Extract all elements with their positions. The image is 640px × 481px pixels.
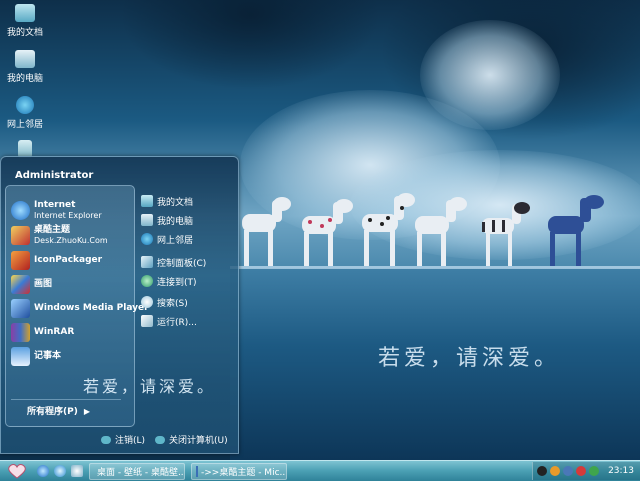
all-programs-button[interactable]: 所有程序(P) ▶ <box>27 404 90 417</box>
start-menu-item-zhuoku-theme[interactable]: 桌酷主题 Desk.ZhuoKu.Com <box>11 224 108 246</box>
network-globe-icon <box>141 233 153 245</box>
arrow-right-icon: ▶ <box>83 407 90 416</box>
logoff-button[interactable]: 注销(L) <box>101 433 145 446</box>
programs-separator <box>11 399 121 400</box>
start-menu-right-label: 运行(R)... <box>157 317 197 328</box>
start-button[interactable] <box>2 462 32 480</box>
taskbar-window-theme[interactable]: ->>桌酷主题 - Mic... <box>191 462 287 480</box>
start-menu-item-title: IconPackager <box>34 254 103 265</box>
logoff-icon <box>101 435 111 444</box>
desktop-quicklaunch-icon[interactable] <box>71 465 83 477</box>
desktop-icon-network[interactable]: 网上邻居 <box>4 96 46 130</box>
shutdown-button[interactable]: 关闭计算机(U) <box>155 433 228 446</box>
start-menu-control-panel[interactable]: 控制面板(C) <box>141 254 206 270</box>
ie-quicklaunch-icon[interactable] <box>37 465 49 477</box>
qq-tray-icon[interactable] <box>537 466 548 476</box>
start-menu-my-documents[interactable]: 我的文档 <box>141 193 193 209</box>
start-menu-caption: 若爱，请深爱。 <box>83 377 217 396</box>
start-menu-item-title: WinRAR <box>34 326 75 337</box>
connect-icon <box>141 275 153 287</box>
media-player-icon <box>11 298 30 318</box>
winrar-icon <box>11 322 30 342</box>
messenger-tray-icon[interactable] <box>589 466 600 476</box>
start-menu-item-subtitle: Desk.ZhuoKu.Com <box>34 235 108 245</box>
computer-icon <box>141 214 153 226</box>
start-menu-run[interactable]: 运行(R)... <box>141 313 197 329</box>
desktop-icon-label: 网上邻居 <box>6 120 43 130</box>
all-programs-label: 所有程序(P) <box>27 407 78 417</box>
ie-icon <box>11 200 30 220</box>
start-menu-network[interactable]: 网上邻居 <box>141 231 193 247</box>
start-menu-item-paint[interactable]: 画图 <box>11 273 52 295</box>
folder-icon <box>15 4 35 22</box>
start-menu-footer: 注销(L) 关闭计算机(U) <box>101 433 228 446</box>
taskbar-clock[interactable]: 23:13 <box>608 466 634 476</box>
power-icon <box>155 435 166 444</box>
start-menu-item-notepad[interactable]: 记事本 <box>11 345 61 367</box>
start-menu-right-label: 连接到(T) <box>157 277 197 288</box>
run-icon <box>141 315 153 327</box>
start-menu-item-title: 画图 <box>34 278 53 289</box>
start-menu-right-label: 网上邻居 <box>157 235 194 246</box>
desktop-icon-my-computer[interactable]: 我的电脑 <box>4 50 46 84</box>
iconpackager-icon <box>11 250 30 270</box>
taskbar-window-wallpaper[interactable]: 桌面 - 壁纸 - 桌酷壁... <box>89 462 185 480</box>
network-quicklaunch-icon[interactable] <box>54 465 66 477</box>
wallpaper-caption: 若爱，请深爱。 <box>378 346 561 371</box>
start-menu-right-label: 我的文档 <box>157 197 194 208</box>
start-menu-search[interactable]: 搜索(S) <box>141 294 188 310</box>
heart-start-icon <box>8 463 26 479</box>
desktop-icon-label: 我的文档 <box>6 28 43 38</box>
start-menu-item-subtitle: Internet Explorer <box>34 210 102 220</box>
start-menu-right-label: 搜索(S) <box>157 298 188 309</box>
zhuoku-theme-icon <box>11 225 30 245</box>
desktop-icon-label: 我的电脑 <box>6 74 43 84</box>
document-icon <box>196 465 198 477</box>
desktop-icon-my-documents[interactable]: 我的文档 <box>4 4 46 38</box>
search-icon <box>141 296 153 308</box>
start-menu-connect-to[interactable]: 连接到(T) <box>141 273 197 289</box>
start-menu-item-title: 记事本 <box>34 350 62 361</box>
taskbar-window-title: 桌面 - 壁纸 - 桌酷壁... <box>97 467 185 478</box>
start-menu-item-iconpackager[interactable]: IconPackager <box>11 249 102 271</box>
logoff-label: 注销(L) <box>115 436 146 446</box>
network-tray-icon[interactable] <box>550 466 561 476</box>
start-menu-item-title: Internet <box>34 199 76 210</box>
taskbar: 桌面 - 壁纸 - 桌酷壁... ->>桌酷主题 - Mic... 23:13 <box>0 460 640 481</box>
pony-figures <box>242 193 604 266</box>
start-menu-item-internet[interactable]: Internet Internet Explorer <box>11 199 102 221</box>
antivirus-tray-icon[interactable] <box>576 466 587 476</box>
start-menu: Administrator Internet Internet Explorer … <box>0 156 239 454</box>
network-globe-icon <box>16 96 34 114</box>
notepad-icon <box>11 346 30 366</box>
computer-icon <box>15 50 35 68</box>
start-menu-username: Administrator <box>15 170 94 181</box>
taskbar-window-title: ->>桌酷主题 - Mic... <box>201 467 287 478</box>
folder-icon <box>141 195 153 207</box>
start-menu-my-computer[interactable]: 我的电脑 <box>141 212 193 228</box>
start-menu-item-media-player[interactable]: Windows Media Player <box>11 297 149 319</box>
start-menu-right-label: 控制面板(C) <box>157 258 207 269</box>
system-tray: 23:13 <box>532 462 640 480</box>
paint-icon <box>11 274 30 294</box>
start-menu-right-label: 我的电脑 <box>157 216 194 227</box>
shutdown-label: 关闭计算机(U) <box>169 436 228 446</box>
start-menu-item-winrar[interactable]: WinRAR <box>11 321 74 343</box>
start-menu-item-title: 桌酷主题 <box>34 224 71 235</box>
start-menu-item-title: Windows Media Player <box>34 302 149 313</box>
sound-tray-icon[interactable] <box>563 466 574 476</box>
control-panel-icon <box>141 256 153 268</box>
